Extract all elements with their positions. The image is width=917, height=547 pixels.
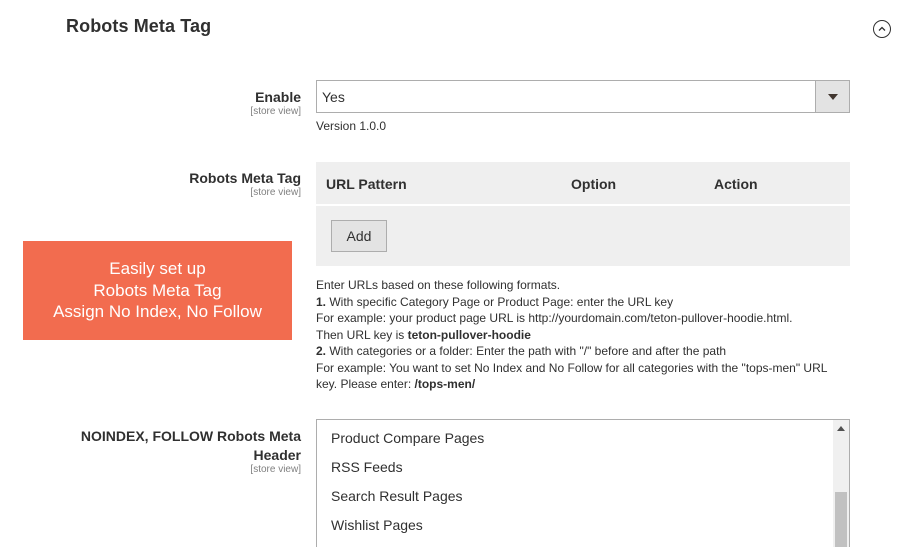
multiselect-option[interactable]: Search Result Pages [331,488,463,504]
note-line: key. Please enter: /tops-men/ [316,376,856,393]
multiselect-option[interactable]: Product Compare Pages [331,430,484,446]
multiselect-option[interactable]: Wishlist Pages [331,517,423,533]
note-number: 2. [316,344,327,358]
noindex-follow-label-line: Header [253,447,301,463]
note-line: For example: You want to set No Index an… [316,360,828,375]
chevron-up-icon [878,26,886,31]
noindex-follow-label-line: NOINDEX, FOLLOW Robots Meta [80,428,301,444]
note-line: Enter URLs based on these following form… [316,278,561,292]
note-line: 1. With specific Category Page or Produc… [316,294,856,311]
note-line: For example: your product page URL is ht… [316,311,793,325]
robots-meta-tag-label: Robots Meta Tag [189,170,301,186]
promo-banner: Easily set up Robots Meta Tag Assign No … [23,241,292,340]
note-text: Then URL key is [316,327,408,342]
column-url-pattern: URL Pattern [326,176,407,192]
enable-scope: [store view] [250,106,301,117]
banner-line: Assign No Index, No Follow [53,302,262,322]
enable-select-value: Yes [322,89,345,105]
note-text: With specific Category Page or Product P… [326,294,674,309]
section-title: Robots Meta Tag [66,16,212,36]
caret-down-icon[interactable] [815,81,849,112]
format-note: Enter URLs based on these following form… [316,277,856,393]
scroll-up-arrow-icon[interactable] [837,426,845,431]
add-button[interactable]: Add [331,220,387,252]
note-line: Then URL key is teton-pullover-hoodie [316,327,856,344]
banner-line: Easily set up [109,259,206,279]
multiselect-option[interactable]: RSS Feeds [331,459,403,475]
noindex-follow-multiselect[interactable]: Product Compare Pages RSS Feeds Search R… [316,419,850,547]
robots-meta-tag-scope: [store view] [250,187,301,198]
noindex-follow-label: NOINDEX, FOLLOW Robots Meta Header [81,427,301,465]
robots-meta-tag-grid: URL Pattern Option Action Add [316,162,850,266]
banner-line: Robots Meta Tag [93,280,222,300]
note-path: /tops-men/ [414,377,476,391]
note-text: With categories or a folder: Enter the p… [326,344,727,358]
enable-select[interactable]: Yes [316,80,850,113]
scrollbar[interactable] [833,420,849,547]
column-option: Option [571,176,617,192]
column-action: Action [714,176,758,192]
scroll-thumb[interactable] [835,492,847,547]
note-text: key. Please enter: [316,377,415,391]
note-url-key: teton-pullover-hoodie [407,327,531,342]
enable-label: Enable [255,89,301,105]
noindex-follow-scope: [store view] [250,464,301,475]
note-line: 2. With categories or a folder: Enter th… [316,343,856,360]
version-text: Version 1.0.0 [316,119,387,133]
grid-header: URL Pattern Option Action [316,162,850,206]
collapse-section-button[interactable] [873,20,891,38]
note-number: 1. [316,294,327,309]
